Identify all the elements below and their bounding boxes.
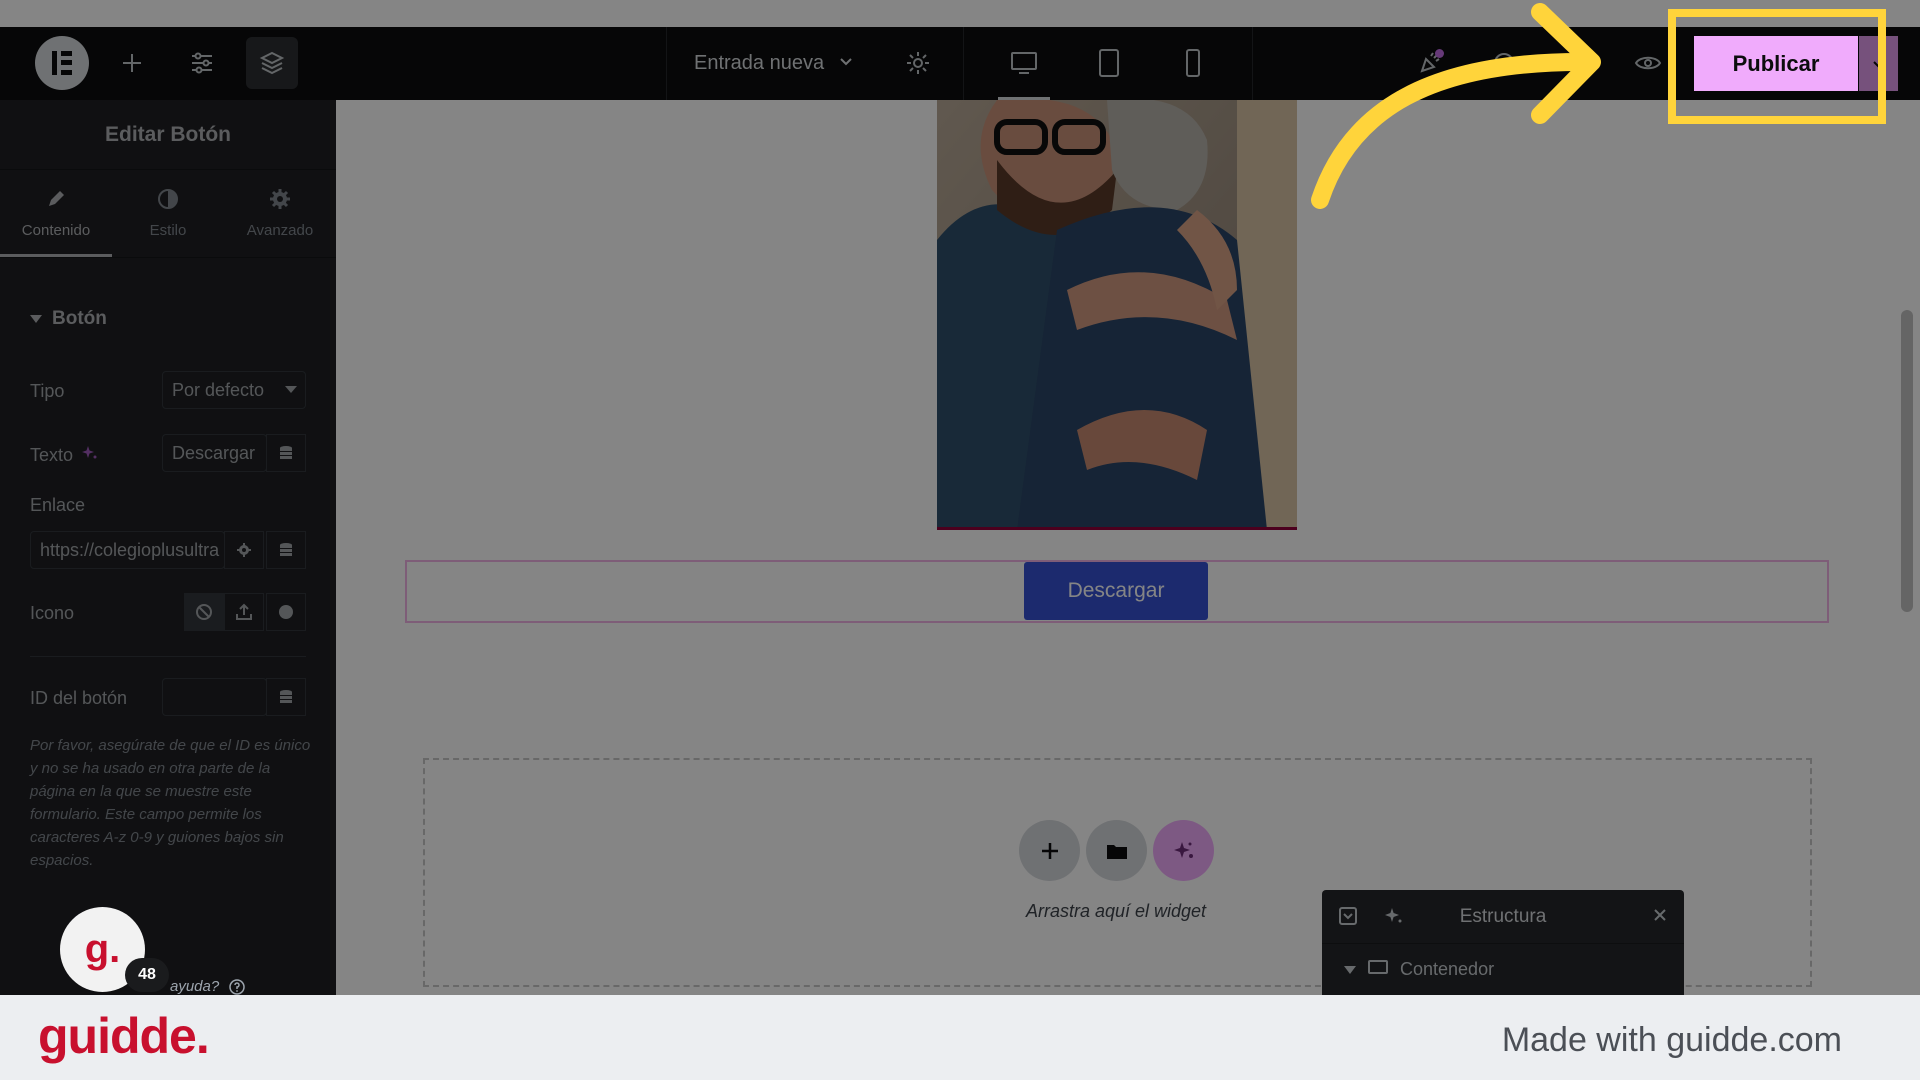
id-boton-label: ID del botón xyxy=(30,688,128,708)
responsive-mode-group xyxy=(963,27,1253,100)
page-settings-gear-icon[interactable] xyxy=(896,41,940,85)
structure-panel: Estructura Contenedor xyxy=(1322,890,1684,995)
tablet-icon[interactable] xyxy=(1085,41,1133,85)
link-options-gear-icon[interactable] xyxy=(224,531,264,569)
structure-layers-icon[interactable] xyxy=(246,37,298,89)
texto-input[interactable]: Descargar xyxy=(162,434,267,472)
caret-down-icon xyxy=(30,308,42,330)
mobile-icon[interactable] xyxy=(1169,41,1217,85)
close-icon[interactable] xyxy=(1652,907,1668,929)
desktop-icon[interactable] xyxy=(998,41,1050,100)
structure-title: Estructura xyxy=(1459,905,1547,927)
made-with-text: Made with guidde.com xyxy=(1501,1021,1842,1059)
texto-label-group: Texto xyxy=(30,444,99,467)
highlight-box xyxy=(1668,9,1886,124)
pencil-icon xyxy=(45,188,67,214)
dropzone-text: Arrastra aquí el widget xyxy=(1025,901,1207,921)
editor-panel: Editar Botón Contenido Estilo Avanzado B… xyxy=(0,100,336,995)
tipo-value: Por defecto xyxy=(172,379,265,400)
contrast-icon xyxy=(157,188,179,214)
ai-sparkle-icon[interactable] xyxy=(81,444,99,467)
dynamic-tags-icon[interactable] xyxy=(266,434,306,472)
tab-contenido[interactable]: Contenido xyxy=(0,170,112,257)
descargar-button[interactable]: Descargar xyxy=(1024,562,1208,620)
tipo-select[interactable]: Por defecto xyxy=(162,371,306,409)
help-link[interactable]: ayuda? xyxy=(170,978,246,995)
guidde-footer: guidde. Made with guidde.com xyxy=(0,995,1920,1080)
help-count-badge: 48 xyxy=(125,958,169,992)
guidde-logo: guidde. xyxy=(38,1008,210,1064)
help-link-text: ayuda? xyxy=(170,978,220,995)
tab-estilo[interactable]: Estilo xyxy=(112,170,224,257)
add-element-icon[interactable] xyxy=(110,41,154,85)
section-boton-toggle[interactable]: Botón xyxy=(30,308,107,330)
tab-label: Avanzado xyxy=(246,222,314,239)
divider xyxy=(30,656,306,657)
tab-label: Contenido xyxy=(21,222,91,239)
ai-sparkle-icon[interactable] xyxy=(1153,820,1214,881)
top-white-strip xyxy=(0,0,1920,27)
editor-canvas: Descargar Arrastra aquí el widget xyxy=(336,100,1920,995)
preview-eye-icon[interactable] xyxy=(1626,41,1670,85)
question-circle-icon xyxy=(223,978,246,995)
collapse-panel-icon[interactable] xyxy=(1338,906,1358,932)
document-title: Entrada nueva xyxy=(694,52,825,74)
enlace-input[interactable]: https://colegioplusultra xyxy=(30,531,225,569)
caret-down-icon xyxy=(285,386,297,393)
site-settings-icon[interactable] xyxy=(180,41,224,85)
panel-tabs: Contenido Estilo Avanzado xyxy=(0,170,336,258)
elementor-logo[interactable] xyxy=(35,36,89,90)
id-boton-input[interactable] xyxy=(162,678,267,716)
structure-item-label: Contenedor xyxy=(1400,958,1495,979)
structure-header: Estructura xyxy=(1322,890,1684,944)
editor-topbar: Entrada nueva Publicar xyxy=(0,27,1920,100)
section-title: Botón xyxy=(52,308,107,329)
template-folder-icon[interactable] xyxy=(1086,820,1147,881)
icono-label: Icono xyxy=(30,603,75,623)
tipo-label: Tipo xyxy=(30,381,65,401)
ai-sparkle-icon[interactable] xyxy=(1384,906,1404,932)
add-section-plus-icon[interactable] xyxy=(1019,820,1080,881)
pointer-arrow-icon xyxy=(1311,3,1601,209)
dynamic-tags-icon[interactable] xyxy=(266,678,306,716)
id-help-text: Por favor, asegúrate de que el ID es úni… xyxy=(30,737,311,869)
hug-photo-image[interactable] xyxy=(937,100,1297,530)
texto-label: Texto xyxy=(30,445,74,465)
no-icon-ban-icon[interactable] xyxy=(184,593,224,631)
caret-down-icon xyxy=(1344,959,1356,980)
chevron-down-icon xyxy=(838,52,854,75)
tab-label: Estilo xyxy=(149,222,187,239)
enlace-label: Enlace xyxy=(30,495,86,515)
container-icon xyxy=(1368,959,1388,980)
icon-library-circle-icon[interactable] xyxy=(266,593,306,631)
dynamic-tags-icon[interactable] xyxy=(266,531,306,569)
gear-icon xyxy=(269,188,291,214)
upload-svg-icon[interactable] xyxy=(224,593,264,631)
canvas-scrollbar[interactable] xyxy=(1901,310,1913,612)
tab-avanzado[interactable]: Avanzado xyxy=(224,170,336,257)
panel-title: Editar Botón xyxy=(0,100,336,170)
structure-item-contenedor[interactable]: Contenedor xyxy=(1322,944,1684,994)
